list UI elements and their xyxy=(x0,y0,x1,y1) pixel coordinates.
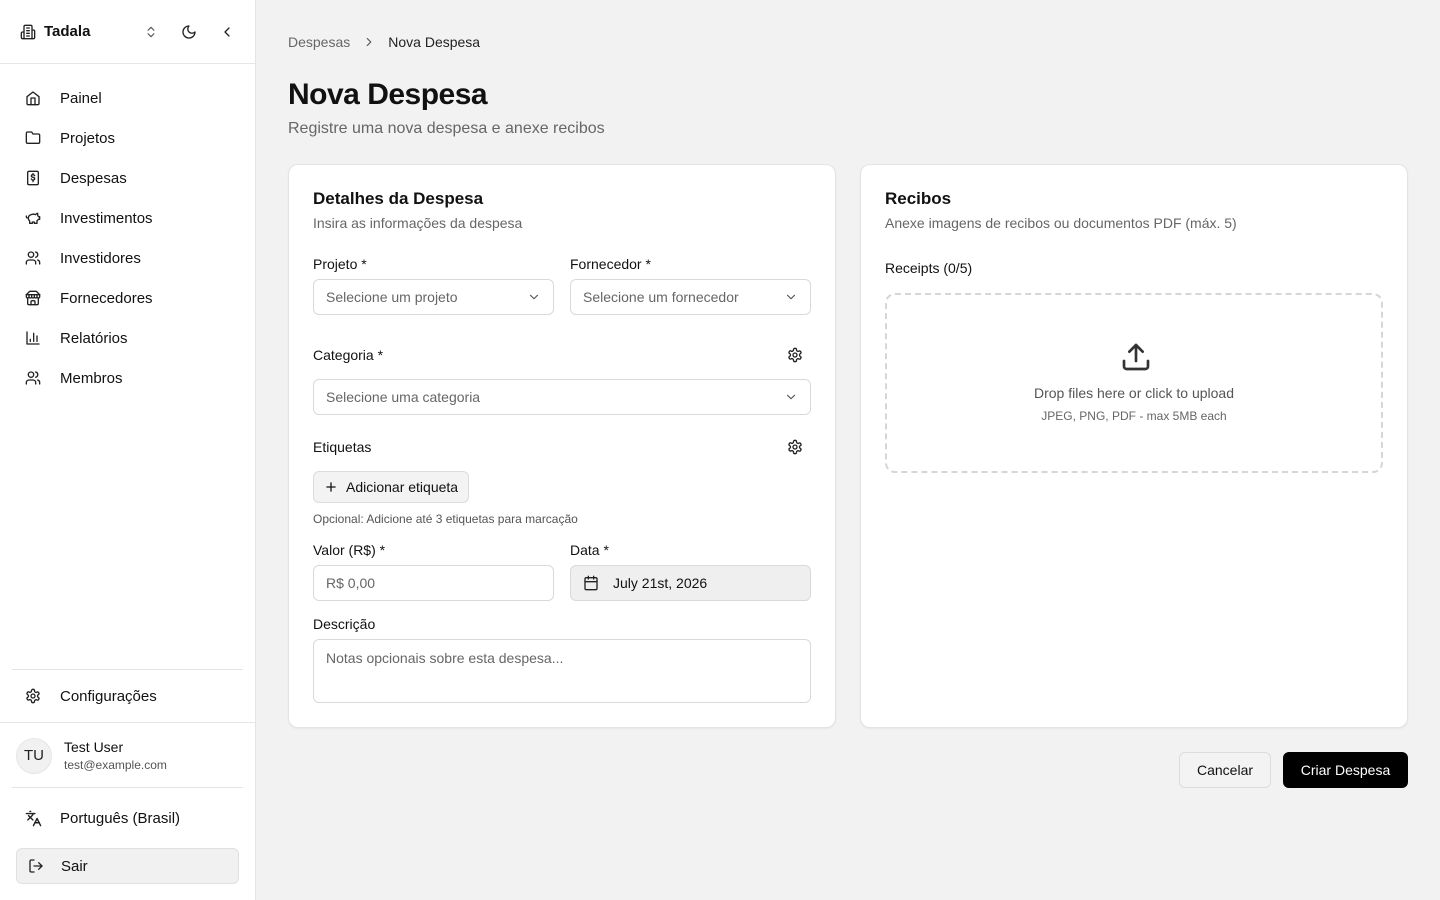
user-name: Test User xyxy=(64,739,124,755)
supplier-placeholder: Selecione um fornecedor xyxy=(583,289,739,305)
expense-details-card: Detalhes da Despesa Insira as informaçõe… xyxy=(288,164,836,728)
sidebar-nav: Painel Projetos Despesas Investimentos I… xyxy=(0,64,255,398)
date-picker[interactable]: July 21st, 2026 xyxy=(570,565,811,601)
logout-icon xyxy=(27,857,45,875)
sidebar-header: Tadala xyxy=(0,0,255,64)
user-email: test@example.com xyxy=(64,758,167,772)
supplier-select[interactable]: Selecione um fornecedor xyxy=(570,279,811,315)
amount-label: Valor (R$) * xyxy=(313,542,386,558)
sidebar-item-projetos[interactable]: Projetos xyxy=(0,118,255,158)
piggy-bank-icon xyxy=(24,209,42,227)
logout-label: Sair xyxy=(61,857,88,875)
home-icon xyxy=(24,89,42,107)
amount-placeholder: R$ 0,00 xyxy=(326,575,376,591)
sidebar-item-label: Projetos xyxy=(60,129,116,147)
calendar-icon xyxy=(583,575,599,591)
category-select[interactable]: Selecione uma categoria xyxy=(313,379,811,415)
gear-icon xyxy=(24,687,42,705)
language-label: Português (Brasil) xyxy=(60,809,181,827)
user-profile[interactable]: TU Test User test@example.com xyxy=(0,722,255,788)
project-placeholder: Selecione um projeto xyxy=(326,289,458,305)
sidebar-item-label: Investimentos xyxy=(60,209,153,227)
sidebar-item-investidores[interactable]: Investidores xyxy=(0,238,255,278)
receipts-count-label: Receipts (0/5) xyxy=(885,260,973,276)
category-label: Categoria * xyxy=(313,347,384,363)
moon-icon[interactable] xyxy=(179,22,199,42)
sidebar-item-label: Membros xyxy=(60,369,123,387)
sidebar-item-relatorios[interactable]: Relatórios xyxy=(0,318,255,358)
card-description: Insira as informações da despesa xyxy=(313,215,523,231)
breadcrumb-despesas-link[interactable]: Despesas xyxy=(288,34,350,50)
users-icon xyxy=(24,369,42,387)
description-textarea[interactable]: Notas opcionais sobre esta despesa... xyxy=(313,639,811,703)
card-title: Recibos xyxy=(885,189,952,208)
breadcrumb: Despesas Nova Despesa xyxy=(288,34,480,50)
plus-icon xyxy=(324,480,338,494)
collapse-sidebar-icon[interactable] xyxy=(217,22,237,42)
description-label: Descrição xyxy=(313,616,376,632)
receipt-dollar-icon xyxy=(24,169,42,187)
workspace-name[interactable]: Tadala xyxy=(44,23,123,40)
sidebar-item-label: Painel xyxy=(60,89,102,107)
add-tag-label: Adicionar etiqueta xyxy=(346,479,459,495)
translate-icon xyxy=(24,809,42,827)
chevron-down-icon xyxy=(529,294,539,300)
create-expense-button[interactable]: Criar Despesa xyxy=(1283,752,1408,788)
chevron-down-icon xyxy=(786,294,796,300)
sidebar-item-despesas[interactable]: Despesas xyxy=(0,158,255,198)
language-selector[interactable]: Português (Brasil) xyxy=(0,798,255,838)
card-title: Detalhes da Despesa xyxy=(313,189,484,208)
sidebar-item-investimentos[interactable]: Investimentos xyxy=(0,198,255,238)
sidebar-item-label: Fornecedores xyxy=(60,289,153,307)
tags-label: Etiquetas xyxy=(313,439,372,455)
cancel-button[interactable]: Cancelar xyxy=(1179,752,1271,788)
sidebar-item-membros[interactable]: Membros xyxy=(0,358,255,398)
dropzone-text: Drop files here or click to upload xyxy=(1034,385,1234,401)
manage-tags-gear-icon[interactable] xyxy=(786,438,804,456)
tags-hint: Opcional: Adicione até 3 etiquetas para … xyxy=(313,512,578,526)
receipt-dropzone[interactable]: Drop files here or click to upload JPEG,… xyxy=(885,293,1383,473)
sidebar: Tadala Painel Projetos Despesas Investim… xyxy=(0,0,256,900)
sidebar-item-label: Relatórios xyxy=(60,329,128,347)
breadcrumb-current: Nova Despesa xyxy=(388,34,481,50)
category-placeholder: Selecione uma categoria xyxy=(326,389,481,405)
add-tag-button[interactable]: Adicionar etiqueta xyxy=(313,471,470,503)
page-subtitle: Registre uma nova despesa e anexe recibo… xyxy=(288,120,605,137)
sidebar-item-label: Configurações xyxy=(60,687,157,705)
manage-categories-gear-icon[interactable] xyxy=(786,346,804,364)
description-placeholder: Notas opcionais sobre esta despesa... xyxy=(326,650,564,666)
sidebar-item-painel[interactable]: Painel xyxy=(0,78,255,118)
receipts-card: Recibos Anexe imagens de recibos ou docu… xyxy=(860,164,1408,728)
page-title: Nova Despesa xyxy=(288,78,488,111)
date-value: July 21st, 2026 xyxy=(613,575,708,591)
project-label: Projeto * xyxy=(313,256,367,272)
sidebar-divider xyxy=(12,669,243,670)
logout-button[interactable]: Sair xyxy=(16,848,239,884)
dropzone-hint: JPEG, PNG, PDF - max 5MB each xyxy=(1041,409,1227,423)
date-label: Data * xyxy=(570,542,609,558)
chevron-down-icon xyxy=(786,394,796,400)
bar-chart-icon xyxy=(24,329,42,347)
sidebar-item-fornecedores[interactable]: Fornecedores xyxy=(0,278,255,318)
sidebar-item-label: Investidores xyxy=(60,249,141,267)
store-icon xyxy=(24,289,42,307)
chevron-right-icon xyxy=(362,35,376,49)
users-icon xyxy=(24,249,42,267)
sidebar-item-label: Despesas xyxy=(60,169,127,187)
folder-icon xyxy=(24,129,42,147)
building-icon xyxy=(20,24,36,40)
avatar: TU xyxy=(16,737,52,774)
sidebar-divider xyxy=(12,787,243,788)
supplier-label: Fornecedor * xyxy=(570,256,651,272)
sidebar-item-configuracoes[interactable]: Configurações xyxy=(0,676,255,716)
project-select[interactable]: Selecione um projeto xyxy=(313,279,554,315)
card-description: Anexe imagens de recibos ou documentos P… xyxy=(885,215,1237,231)
chevrons-up-down-icon[interactable] xyxy=(141,22,161,42)
amount-input[interactable]: R$ 0,00 xyxy=(313,565,554,601)
upload-icon xyxy=(1120,341,1152,373)
